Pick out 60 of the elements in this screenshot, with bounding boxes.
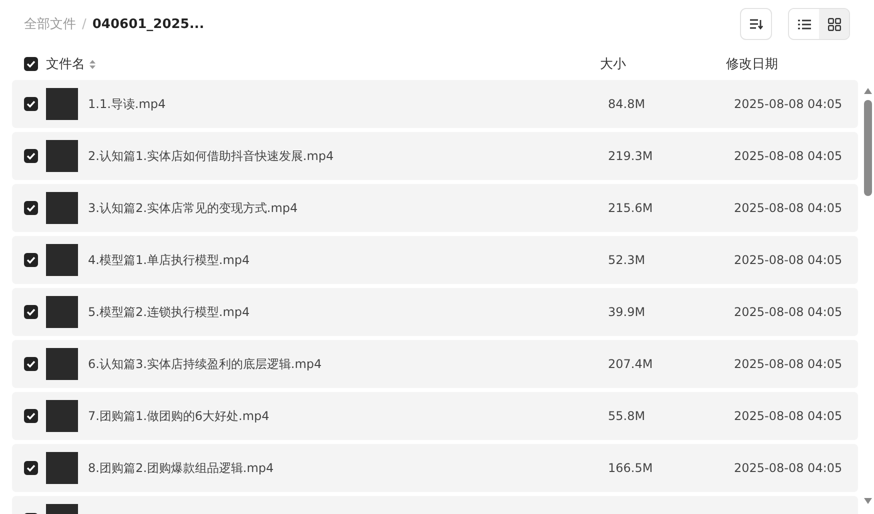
modified-date: 2025-08-08 04:05 [734,305,842,319]
list-icon [798,18,810,30]
row-checkbox[interactable] [24,253,38,267]
file-row[interactable]: 7.团购篇1.做团购的6大好处.mp4 55.8M 2025-08-08 04:05 [12,392,858,440]
video-thumbnail [46,140,78,172]
modified-date: 2025-08-08 04:05 [734,253,842,267]
file-row[interactable]: 8.团购篇2.团购爆款组品逻辑.mp4 166.5M 2025-08-08 04:05 [12,444,858,492]
file-size: 219.3M [608,149,654,163]
file-row[interactable]: 2.认知篇1.实体店如何借助抖音快速发展.mp4 219.3M 2025-08-08 04:05 [12,132,858,180]
column-header[interactable]: 修改日期 [726,55,778,73]
sort-icon [749,18,763,30]
file-row[interactable]: 3.认知篇2.实体店常见的变现方式.mp4 215.6M 2025-08-08 04:05 [12,184,858,232]
file-size: 52.3M [608,253,646,267]
column-header[interactable]: 文件名 [46,55,85,73]
modified-date: 2025-08-08 04:05 [734,357,842,371]
row-checkbox[interactable] [24,97,38,111]
file-row[interactable]: 6.认知篇3.实体店持续盈利的底层逻辑.mp4 207.4M 2025-08-08 04:05 [12,340,858,388]
file-size: 84.8M [608,97,646,111]
file-row[interactable]: 4.模型篇1.单店执行模型.mp4 52.3M 2025-08-08 04:05 [12,236,858,284]
row-checkbox[interactable] [24,357,38,371]
file-name: 7.团购篇1.做团购的6大好处.mp4 [88,408,270,424]
video-thumbnail [46,348,78,380]
select-all-checkbox[interactable] [24,57,38,71]
file-size: 39.9M [608,305,646,319]
sort-arrows-icon [89,58,96,70]
file-name: 5.模型篇2.连锁执行模型.mp4 [88,304,251,320]
file-name: 1.1.导读.mp4 [88,96,167,112]
row-checkbox[interactable] [24,149,38,163]
file-size: 55.8M [608,409,646,423]
breadcrumb-separator: / [82,16,86,32]
file-name: 2.认知篇1.实体店如何借助抖音快速发展.mp4 [88,148,335,164]
video-thumbnail [46,296,78,328]
row-checkbox[interactable] [24,305,38,319]
video-thumbnail [46,88,78,120]
modified-date: 2025-08-08 04:05 [734,409,842,423]
column-header[interactable]: 大小 [600,55,726,73]
sort-button[interactable] [740,8,772,40]
video-thumbnail [46,452,78,484]
modified-date: 2025-08-08 04:05 [734,97,842,111]
grid-icon [828,18,840,30]
row-checkbox[interactable] [24,409,38,423]
file-name: 4.模型篇1.单店执行模型.mp4 [88,252,251,268]
modified-date: 2025-08-08 04:05 [734,201,842,215]
modified-date: 2025-08-08 04:05 [734,149,842,163]
file-name: 8.团购篇2.团购爆款组品逻辑.mp4 [88,460,275,476]
file-row[interactable]: 1.1.导读.mp4 84.8M 2025-08-08 04:05 [12,80,858,128]
video-thumbnail [46,192,78,224]
file-size: 207.4M [608,357,654,371]
video-thumbnail [46,400,78,432]
grid-view-button[interactable] [819,9,849,39]
video-thumbnail [46,244,78,276]
row-checkbox[interactable] [24,461,38,475]
file-name: 6.认知篇3.实体店持续盈利的底层逻辑.mp4 [88,356,323,372]
breadcrumb-item[interactable]: 040601_2025... [92,16,204,32]
file-size: 215.6M [608,201,654,215]
row-checkbox[interactable] [24,201,38,215]
file-size: 166.5M [608,461,654,475]
modified-date: 2025-08-08 04:05 [734,461,842,475]
file-name: 3.认知篇2.实体店常见的变现方式.mp4 [88,200,299,216]
file-row[interactable]: 5.模型篇2.连锁执行模型.mp4 39.9M 2025-08-08 04:05 [12,288,858,336]
